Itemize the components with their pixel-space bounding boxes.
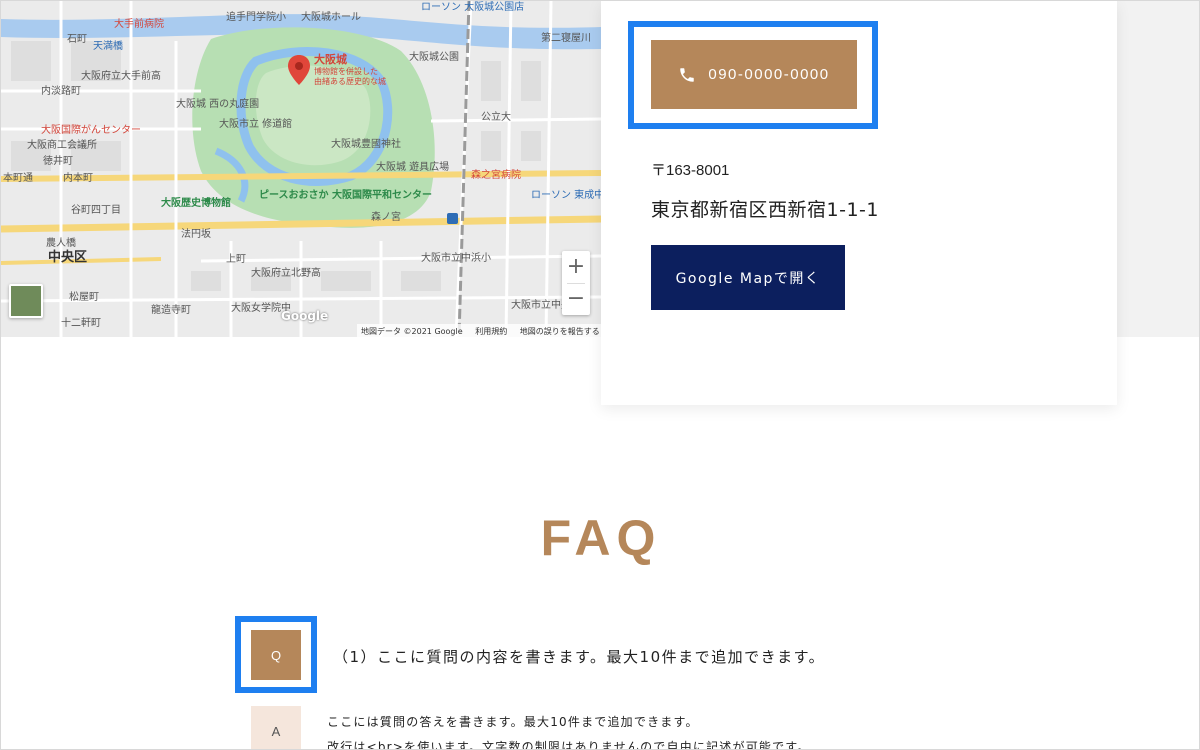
map-label: 石町 [67, 34, 87, 45]
street-address: 東京都新宿区西新宿1-1-1 [651, 199, 879, 221]
faq-heading: FAQ [540, 510, 662, 566]
zoom-control: + − [562, 251, 590, 315]
map-label: 大阪城公園 [409, 52, 459, 63]
open-google-map-button[interactable]: Google Mapで開く [651, 245, 845, 310]
map-base [1, 1, 601, 337]
map-label: 内淡路町 [41, 86, 81, 97]
contact-card: 090-0000-0000 〒163-8001 東京都新宿区西新宿1-1-1 G… [601, 1, 1117, 405]
phone-number: 090-0000-0000 [708, 66, 830, 83]
zoom-in-button[interactable]: + [562, 251, 590, 283]
question-badge[interactable]: Q [251, 630, 301, 680]
map-label: 谷町四丁目 [71, 205, 121, 216]
map-label: 大阪府立北野高 [251, 268, 321, 279]
map-data-credit: 地図データ ©2021 Google [361, 327, 463, 336]
zoom-divider [567, 283, 585, 284]
satellite-toggle-thumbnail[interactable] [9, 284, 43, 318]
map-label: 森ノ宮 [371, 212, 401, 223]
postal-code: 〒163-8001 [651, 162, 730, 179]
faq-answer: ここには質問の答えを書きます。最大10件まで追加できます。 改行は<br>を使い… [327, 710, 811, 750]
map-label: 上町 [226, 254, 246, 265]
zoom-out-button[interactable]: − [562, 283, 590, 315]
map-label: 第二寝屋川 [541, 33, 591, 44]
map-label-castle: 大阪城 [314, 53, 347, 66]
map-label: 大阪国際がんセンター [41, 125, 141, 136]
answer-line: ここには質問の答えを書きます。最大10件まで追加できます。 [327, 715, 699, 729]
map-label: ローソン 大阪城公園店 [421, 2, 525, 13]
map-label: ピースおおさか 大阪国際平和センター [259, 190, 432, 201]
map-label: 大阪市立 修道館 [219, 119, 293, 130]
answer-badge: A [251, 706, 301, 749]
map-label: 大阪府立大手前高 [81, 71, 161, 82]
map-label: 大阪市立中浜小 [421, 253, 491, 264]
map-label-castle-sub: 由緒ある歴史的な城 [314, 77, 386, 86]
map-label: 本町通 [3, 173, 33, 184]
map-label: 大阪城豊國神社 [331, 139, 401, 150]
phone-icon [680, 67, 695, 82]
map-label: 十二軒町 [61, 318, 101, 329]
map-attribution: 地図データ ©2021 Google 利用規約 地図の誤りを報告する [357, 324, 601, 337]
map-label-castle-sub: 博物館を併設した [314, 67, 378, 76]
location-pin-icon[interactable] [288, 55, 310, 85]
map-label: 大阪城ホール [301, 12, 361, 23]
faq-question[interactable]: （1）ここに質問の内容を書きます。最大10件まで追加できます。 [333, 646, 825, 667]
map-label: 追手門学院小 [226, 12, 286, 23]
google-logo: Google [281, 309, 329, 323]
phone-call-button[interactable]: 090-0000-0000 [651, 40, 857, 109]
map-label: 森之宮病院 [471, 170, 521, 181]
map-label: 大阪商工会議所 [27, 140, 97, 151]
terms-link[interactable]: 利用規約 [475, 327, 507, 336]
map-label: 農人橋 [46, 238, 76, 249]
map-label: 大阪歴史博物館 [161, 198, 231, 209]
map-label: 法円坂 [181, 229, 211, 240]
map-label: 大手前病院 [114, 19, 164, 30]
answer-line: 改行は<br>を使います。文字数の制限はありませんので自由に記述が可能です。 [327, 740, 811, 750]
map-label: 公立大 [481, 112, 511, 123]
page-root: 大阪城 博物館を併設した 由緒ある歴史的な城 大手前病院 天満橋 追手門学院小 … [0, 0, 1200, 750]
map-label: 松屋町 [69, 292, 99, 303]
map-label-district: 中央区 [48, 250, 88, 265]
map-label: 徳井町 [43, 156, 73, 167]
google-map[interactable]: 大阪城 博物館を併設した 由緒ある歴史的な城 大手前病院 天満橋 追手門学院小 … [1, 1, 601, 337]
map-label: 天満橋 [93, 41, 123, 52]
map-label: 大阪城 西の丸庭園 [176, 99, 260, 110]
map-label: 内本町 [63, 173, 93, 184]
map-label: 龍造寺町 [151, 305, 191, 316]
map-label: ローソン 東成中道一丁目店 [531, 190, 601, 201]
map-label: 大阪城 遊具広場 [376, 162, 450, 173]
report-error-link[interactable]: 地図の誤りを報告する [520, 327, 600, 336]
